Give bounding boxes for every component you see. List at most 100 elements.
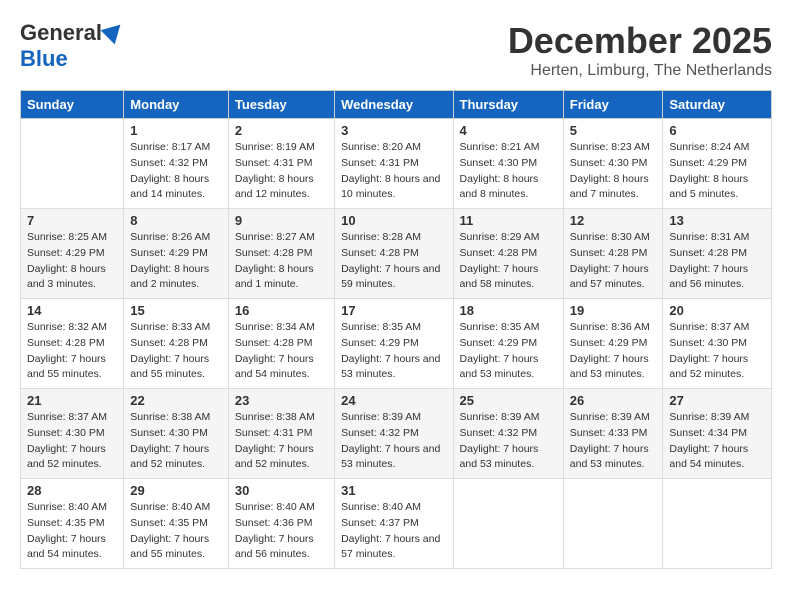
day-info: Sunrise: 8:31 AMSunset: 4:28 PMDaylight:…: [669, 230, 765, 293]
logo: General Blue: [20, 20, 124, 72]
logo-triangle-icon: [101, 18, 128, 45]
calendar-week-row: 28 Sunrise: 8:40 AMSunset: 4:35 PMDayligh…: [21, 479, 772, 569]
day-number: 26: [570, 393, 657, 408]
location-title: Herten, Limburg, The Netherlands: [508, 62, 772, 80]
header-row: Sunday Monday Tuesday Wednesday Thursday…: [21, 91, 772, 119]
day-number: 16: [235, 303, 328, 318]
logo-general-text: General: [20, 20, 102, 46]
day-number: 2: [235, 123, 328, 138]
day-info: Sunrise: 8:33 AMSunset: 4:28 PMDaylight:…: [130, 320, 222, 383]
calendar-cell: 27 Sunrise: 8:39 AMSunset: 4:34 PMDayligh…: [663, 389, 772, 479]
month-title: December 2025: [508, 20, 772, 62]
day-info: Sunrise: 8:37 AMSunset: 4:30 PMDaylight:…: [27, 410, 117, 473]
day-info: Sunrise: 8:26 AMSunset: 4:29 PMDaylight:…: [130, 230, 222, 293]
day-number: 3: [341, 123, 446, 138]
day-info: Sunrise: 8:38 AMSunset: 4:31 PMDaylight:…: [235, 410, 328, 473]
calendar-cell: 12Sunrise: 8:30 AMSunset: 4:28 PMDayligh…: [563, 209, 663, 299]
day-number: 18: [460, 303, 557, 318]
calendar-cell: 6 Sunrise: 8:24 AMSunset: 4:29 PMDaylight…: [663, 119, 772, 209]
day-info: Sunrise: 8:25 AMSunset: 4:29 PMDaylight:…: [27, 230, 117, 293]
day-number: 31: [341, 483, 446, 498]
day-info: Sunrise: 8:19 AMSunset: 4:31 PMDaylight:…: [235, 140, 328, 203]
page-header: General Blue December 2025 Herten, Limbu…: [20, 20, 772, 80]
calendar-cell: 10 Sunrise: 8:28 AMSunset: 4:28 PMDayligh…: [335, 209, 453, 299]
day-info: Sunrise: 8:37 AMSunset: 4:30 PMDaylight:…: [669, 320, 765, 383]
day-number: 20: [669, 303, 765, 318]
day-number: 28: [27, 483, 117, 498]
day-number: 14: [27, 303, 117, 318]
day-number: 4: [460, 123, 557, 138]
day-number: 30: [235, 483, 328, 498]
day-number: 19: [570, 303, 657, 318]
calendar-cell: 19 Sunrise: 8:36 AMSunset: 4:29 PMDayligh…: [563, 299, 663, 389]
calendar-cell: 3 Sunrise: 8:20 AMSunset: 4:31 PMDaylight…: [335, 119, 453, 209]
day-number: 8: [130, 213, 222, 228]
day-number: 17: [341, 303, 446, 318]
title-area: December 2025 Herten, Limburg, The Nethe…: [508, 20, 772, 80]
day-info: Sunrise: 8:38 AMSunset: 4:30 PMDaylight:…: [130, 410, 222, 473]
calendar-cell: 25 Sunrise: 8:39 AMSunset: 4:32 PMDayligh…: [453, 389, 563, 479]
day-info: Sunrise: 8:20 AMSunset: 4:31 PMDaylight:…: [341, 140, 446, 203]
day-info: Sunrise: 8:39 AMSunset: 4:32 PMDaylight:…: [341, 410, 446, 473]
day-number: 6: [669, 123, 765, 138]
col-monday: Monday: [124, 91, 229, 119]
day-info: Sunrise: 8:24 AMSunset: 4:29 PMDaylight:…: [669, 140, 765, 203]
day-number: 10: [341, 213, 446, 228]
calendar-cell: 31 Sunrise: 8:40 AMSunset: 4:37 PMDayligh…: [335, 479, 453, 569]
day-info: Sunrise: 8:39 AMSunset: 4:32 PMDaylight:…: [460, 410, 557, 473]
calendar-cell: 8 Sunrise: 8:26 AMSunset: 4:29 PMDaylight…: [124, 209, 229, 299]
day-number: 1: [130, 123, 222, 138]
day-number: 9: [235, 213, 328, 228]
day-number: 24: [341, 393, 446, 408]
day-number: 12: [570, 213, 657, 228]
day-number: 27: [669, 393, 765, 408]
day-number: 25: [460, 393, 557, 408]
col-tuesday: Tuesday: [228, 91, 334, 119]
calendar-cell: 18 Sunrise: 8:35 AMSunset: 4:29 PMDayligh…: [453, 299, 563, 389]
col-thursday: Thursday: [453, 91, 563, 119]
day-info: Sunrise: 8:17 AMSunset: 4:32 PMDaylight:…: [130, 140, 222, 203]
day-info: Sunrise: 8:23 AMSunset: 4:30 PMDaylight:…: [570, 140, 657, 203]
day-info: Sunrise: 8:32 AMSunset: 4:28 PMDaylight:…: [27, 320, 117, 383]
calendar-cell: 9 Sunrise: 8:27 AMSunset: 4:28 PMDaylight…: [228, 209, 334, 299]
calendar-cell: 28 Sunrise: 8:40 AMSunset: 4:35 PMDayligh…: [21, 479, 124, 569]
calendar-cell: 21 Sunrise: 8:37 AMSunset: 4:30 PMDayligh…: [21, 389, 124, 479]
calendar-cell: 17Sunrise: 8:35 AMSunset: 4:29 PMDayligh…: [335, 299, 453, 389]
day-info: Sunrise: 8:34 AMSunset: 4:28 PMDaylight:…: [235, 320, 328, 383]
calendar-cell: 30Sunrise: 8:40 AMSunset: 4:36 PMDayligh…: [228, 479, 334, 569]
day-info: Sunrise: 8:21 AMSunset: 4:30 PMDaylight:…: [460, 140, 557, 203]
day-info: Sunrise: 8:29 AMSunset: 4:28 PMDaylight:…: [460, 230, 557, 293]
calendar-week-row: 14 Sunrise: 8:32 AMSunset: 4:28 PMDayligh…: [21, 299, 772, 389]
day-info: Sunrise: 8:36 AMSunset: 4:29 PMDaylight:…: [570, 320, 657, 383]
col-saturday: Saturday: [663, 91, 772, 119]
calendar-week-row: 7Sunrise: 8:25 AMSunset: 4:29 PMDaylight…: [21, 209, 772, 299]
calendar-cell: 13Sunrise: 8:31 AMSunset: 4:28 PMDayligh…: [663, 209, 772, 299]
day-info: Sunrise: 8:27 AMSunset: 4:28 PMDaylight:…: [235, 230, 328, 293]
calendar-cell: [453, 479, 563, 569]
day-info: Sunrise: 8:40 AMSunset: 4:35 PMDaylight:…: [27, 500, 117, 563]
calendar-body: 1 Sunrise: 8:17 AMSunset: 4:32 PMDaylight…: [21, 119, 772, 569]
day-info: Sunrise: 8:35 AMSunset: 4:29 PMDaylight:…: [460, 320, 557, 383]
day-info: Sunrise: 8:39 AMSunset: 4:34 PMDaylight:…: [669, 410, 765, 473]
calendar-cell: 24 Sunrise: 8:39 AMSunset: 4:32 PMDayligh…: [335, 389, 453, 479]
calendar-cell: 23 Sunrise: 8:38 AMSunset: 4:31 PMDayligh…: [228, 389, 334, 479]
calendar-cell: 20 Sunrise: 8:37 AMSunset: 4:30 PMDayligh…: [663, 299, 772, 389]
day-number: 11: [460, 213, 557, 228]
calendar-cell: 2 Sunrise: 8:19 AMSunset: 4:31 PMDaylight…: [228, 119, 334, 209]
calendar-cell: 5 Sunrise: 8:23 AMSunset: 4:30 PMDaylight…: [563, 119, 663, 209]
day-number: 5: [570, 123, 657, 138]
calendar-cell: 29Sunrise: 8:40 AMSunset: 4:35 PMDayligh…: [124, 479, 229, 569]
calendar-cell: 11 Sunrise: 8:29 AMSunset: 4:28 PMDayligh…: [453, 209, 563, 299]
calendar-cell: 16 Sunrise: 8:34 AMSunset: 4:28 PMDayligh…: [228, 299, 334, 389]
calendar-cell: [663, 479, 772, 569]
calendar-cell: 26Sunrise: 8:39 AMSunset: 4:33 PMDayligh…: [563, 389, 663, 479]
day-number: 21: [27, 393, 117, 408]
calendar-cell: 14 Sunrise: 8:32 AMSunset: 4:28 PMDayligh…: [21, 299, 124, 389]
calendar-cell: 15Sunrise: 8:33 AMSunset: 4:28 PMDayligh…: [124, 299, 229, 389]
calendar-week-row: 21 Sunrise: 8:37 AMSunset: 4:30 PMDayligh…: [21, 389, 772, 479]
day-info: Sunrise: 8:40 AMSunset: 4:37 PMDaylight:…: [341, 500, 446, 563]
logo-blue-text: Blue: [20, 46, 68, 72]
day-info: Sunrise: 8:28 AMSunset: 4:28 PMDaylight:…: [341, 230, 446, 293]
day-number: 22: [130, 393, 222, 408]
day-number: 23: [235, 393, 328, 408]
